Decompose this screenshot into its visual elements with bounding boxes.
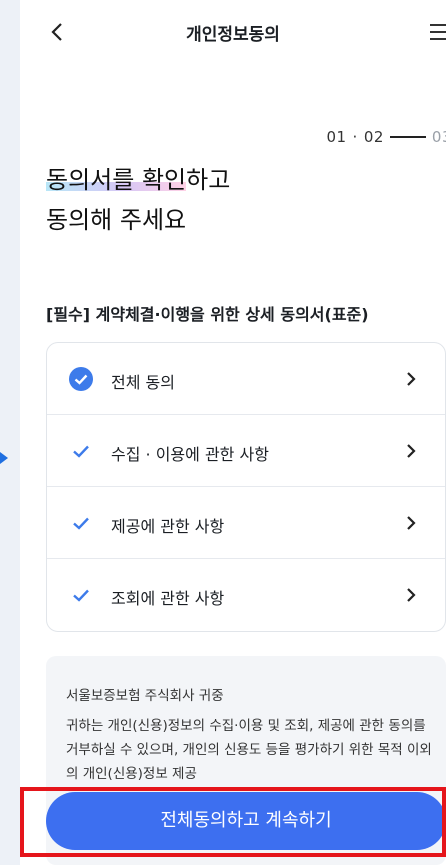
check-circle-icon [69, 367, 93, 391]
app-header: 개인정보동의 [20, 0, 446, 64]
check-icon [73, 517, 89, 530]
step-first: 01 [326, 128, 347, 146]
menu-icon [430, 24, 446, 26]
agreement-label: 제공에 관한 사항 [111, 517, 225, 536]
page-title: 개인정보동의 [186, 25, 280, 45]
agreement-label: 전체 동의 [111, 373, 175, 392]
check-icon [73, 445, 89, 458]
menu-icon-bar [430, 31, 446, 33]
step-next: 03 [431, 128, 446, 146]
step-current: 02 [363, 128, 384, 146]
notice-body: 귀하는 개인(신용)정보의 수집·이용 및 조회, 제공에 관한 동의를 거부하… [66, 718, 432, 782]
menu-icon-bar [430, 38, 446, 40]
headline-line2: 동의해 주세요 [46, 206, 187, 234]
menu-button[interactable] [424, 20, 446, 44]
agreement-row-collect-use[interactable]: 수집 · 이용에 관한 사항 [47, 415, 445, 487]
chevron-right-icon [407, 588, 416, 602]
headline-line1-rest: 하고 [186, 166, 231, 194]
consent-screen: 개인정보동의 01 · 02 03 동의서를 확인하고 동의해 주세요 [필수]… [20, 0, 446, 865]
agreement-row-all[interactable]: 전체 동의 [47, 343, 445, 415]
headline-highlight: 동의서를 확인 [46, 166, 187, 194]
chevron-right-icon [407, 444, 416, 458]
agreement-label: 조회에 관한 사항 [111, 589, 225, 608]
step-indicator: 01 · 02 03 [326, 128, 446, 146]
chevron-right-icon [407, 372, 416, 386]
agreement-list: 전체 동의 수집 · 이용에 관한 사항 제공에 관한 사항 조회에 관한 사항 [46, 342, 446, 632]
agreement-row-inquiry[interactable]: 조회에 관한 사항 [47, 559, 445, 631]
section-title: [필수] 계약체결·이행을 위한 상세 동의서(표준) [46, 305, 369, 324]
agreement-label: 수집 · 이용에 관한 사항 [111, 445, 269, 464]
chevron-right-icon [407, 516, 416, 530]
agree-all-continue-button[interactable]: 전체동의하고 계속하기 [46, 792, 446, 850]
pointer-marker [0, 452, 8, 464]
step-line [389, 136, 426, 138]
notice-company: 서울보증보험 주식회사 귀중 [66, 688, 224, 704]
step-separator: · [352, 128, 358, 146]
agreement-row-provide[interactable]: 제공에 관한 사항 [47, 487, 445, 559]
left-edge-panel [0, 0, 20, 865]
headline: 동의서를 확인하고 동의해 주세요 [46, 160, 230, 240]
check-icon [73, 589, 89, 602]
